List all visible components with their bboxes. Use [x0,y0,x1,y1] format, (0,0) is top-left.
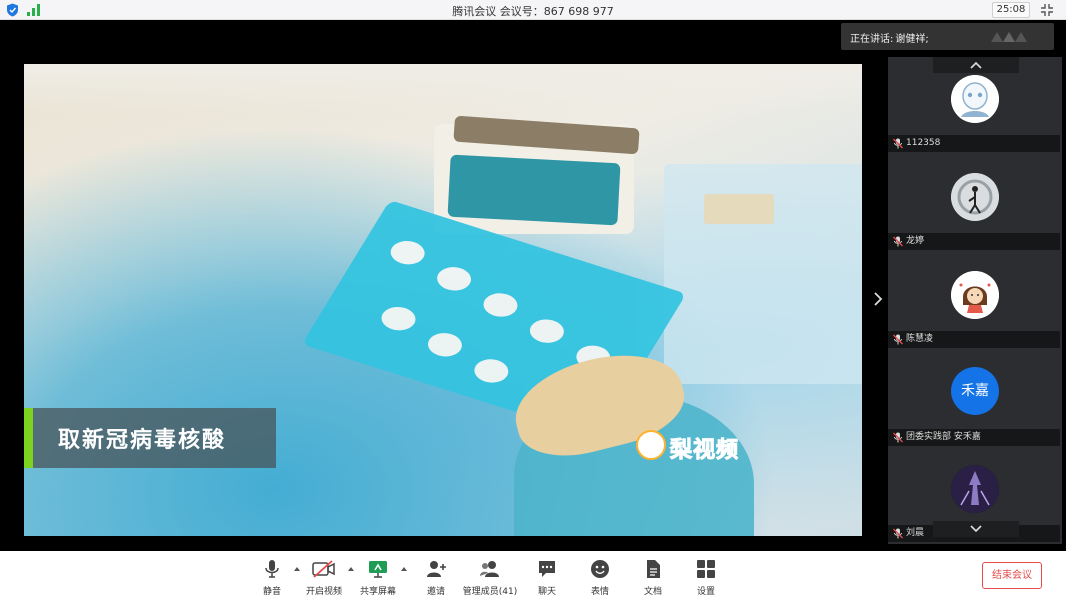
mic-muted-icon [893,432,903,443]
share-screen-icon [369,561,387,578]
photo-avatar-icon [951,173,999,221]
speaking-indicator: 正在讲话: 谢健祥; [841,23,1054,50]
mic-muted-icon [893,528,903,539]
members-icon [480,561,499,577]
participant-name: 112358 [906,138,941,148]
main-video[interactable]: 取新冠病毒核酸 梨视频 [24,64,862,536]
participant-name: 刘晨 [906,528,925,538]
participant-label: 陈慧凌 [888,331,1060,348]
photo-dark-avatar-icon [951,465,999,513]
speaking-label: 正在讲话: [850,34,894,45]
cartoon-face-icon [951,75,999,123]
exit-fullscreen-icon[interactable] [1040,3,1054,17]
avatar: 禾嘉 [951,367,999,415]
title-bar: 腾讯会议 会议号：867 698 977 25:08 [0,0,1066,20]
scroll-down-button[interactable] [933,521,1019,537]
participant-name: 陈慧凌 [906,334,934,344]
end-meeting-button[interactable]: 结束会议 [982,562,1042,589]
speaking-text: 正在讲话: 谢健祥; [850,30,929,45]
video-blur [24,64,862,114]
smiley-icon [591,560,609,578]
audio-wave-icon [991,32,1027,42]
participant-name: 龙婷 [906,236,925,246]
caption-accent-bar [24,408,33,468]
participant-tile[interactable]: 禾嘉 团委实践部 安禾嘉 [888,351,1062,449]
participant-panel: 112358 龙婷 陈慧凌 禾嘉 团委实践部 安禾嘉 刘晨 [888,57,1062,544]
caption-text: 取新冠病毒核酸 [58,428,227,453]
participant-name: 团委实践部 安禾嘉 [906,432,981,442]
settings-button[interactable]: 设置 [678,551,734,600]
speaking-name: 谢健祥; [895,34,929,45]
participant-label: 112358 [888,135,1060,152]
mic-muted-icon [893,138,903,149]
meeting-title: 腾讯会议 会议号：867 698 977 [452,5,614,18]
video-device-screen [447,154,621,226]
participant-tile[interactable]: 陈慧凌 [888,253,1062,351]
rack-hole [431,263,477,295]
rack-hole [376,303,421,335]
cartoon-girl-icon [951,271,999,319]
avatar [951,75,999,123]
watermark-text: 梨视频 [669,438,740,464]
rack-hole [469,355,514,387]
participant-label: 龙婷 [888,233,1060,250]
add-user-icon [427,561,446,577]
avatar [951,465,999,513]
avatar [951,173,999,221]
mic-muted-icon [893,334,903,345]
participant-label: 团委实践部 安禾嘉 [888,429,1060,446]
meeting-window: 腾讯会议 会议号：867 698 977 25:08 正在讲话: 谢健祥; 取新… [0,0,1066,600]
settings-label: 设置 [696,587,715,597]
meeting-timer: 25:08 [992,2,1030,18]
grid-settings-icon [697,560,715,578]
chat-icon [539,561,555,577]
bottom-toolbar: 静音 开启视频 共享屏幕 邀请 管理成员(41) 聊天 表情 文档 设置 结束会… [0,551,1066,600]
mic-muted-icon [893,236,903,247]
video-lab-card [704,194,774,224]
participant-tile[interactable]: 112358 [888,57,1062,155]
rack-hole [422,329,468,361]
microphone-icon [265,560,279,578]
rack-hole [385,237,430,269]
document-icon [647,560,660,578]
rack-hole [478,289,523,321]
video-caption: 取新冠病毒核酸 [24,408,276,468]
chevron-right-icon[interactable] [872,290,884,308]
avatar [951,271,999,319]
watermark-logo-icon [636,430,666,460]
chevron-down-icon [970,525,982,533]
rack-hole [524,315,570,347]
participant-tile[interactable]: 龙婷 [888,155,1062,253]
share-options-caret[interactable] [401,567,407,571]
video-off-icon [312,560,335,578]
